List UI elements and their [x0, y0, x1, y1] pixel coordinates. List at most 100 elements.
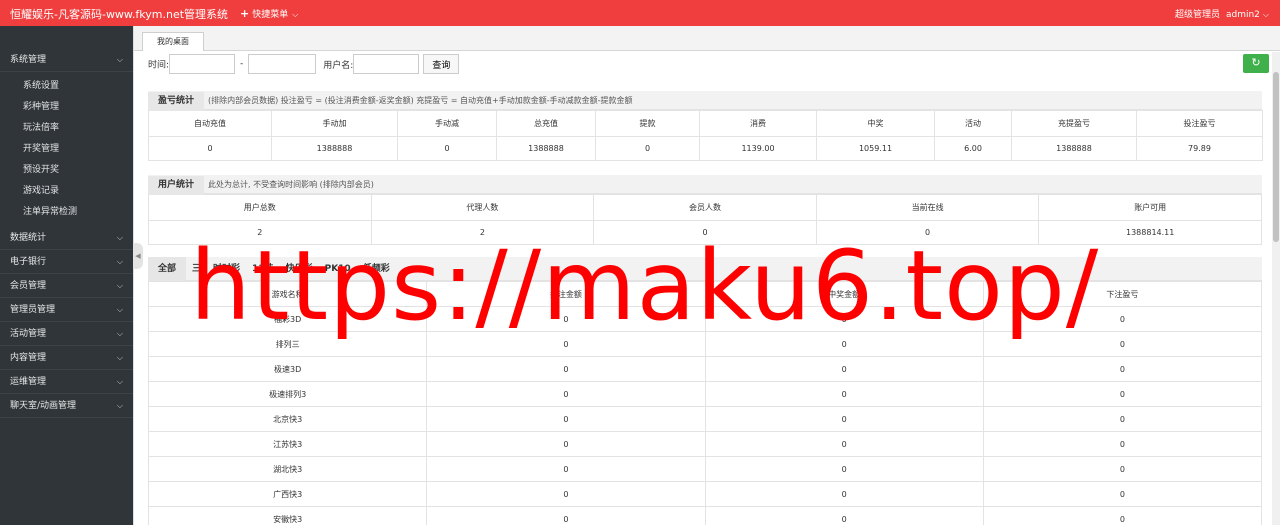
table-row: 北京快3 0 0 0 [147, 406, 1263, 432]
quick-menu-button[interactable]: + 快捷菜单 ⌵ [240, 7, 298, 20]
query-button[interactable]: 查询 [423, 54, 460, 74]
category-tab[interactable]: 快乐彩 [280, 257, 319, 281]
column-header: 消费 [699, 110, 817, 137]
sidebar-group-ebank[interactable]: 电子银行 ⌵ [0, 250, 133, 274]
sidebar-item-lottery-types[interactable]: 彩种管理 [0, 97, 133, 118]
table-cell: 0 [704, 381, 984, 407]
profit-stats-title: 盈亏统计 [148, 92, 205, 111]
chevron-down-icon: ⌵ [292, 10, 299, 19]
table-row: 极速3D 0 0 0 [147, 356, 1263, 382]
table-cell: 排列三 [147, 331, 428, 357]
table-row: 极速排列3 0 0 0 [147, 381, 1263, 407]
user-name: admin2 [1225, 10, 1260, 20]
category-tab[interactable]: 时时彩 [207, 257, 246, 281]
sidebar-group-content[interactable]: 内容管理 ⌵ [0, 346, 133, 370]
chevron-down-icon: ⌵ [1262, 10, 1269, 19]
category-tab[interactable]: PK10 [319, 257, 357, 281]
table-cell: 0 [593, 220, 817, 245]
category-tab[interactable]: 全部 [148, 257, 187, 281]
column-header: 中奖金额 [704, 281, 984, 307]
refresh-icon: ↻ [1251, 57, 1261, 69]
table-cell: 1139.00 [699, 136, 817, 161]
sidebar-group-members[interactable]: 会员管理 ⌵ [0, 274, 133, 298]
chevron-down-icon: ⌵ [116, 329, 123, 338]
table-cell: 79.89 [1136, 136, 1263, 161]
table-cell: 0 [426, 331, 706, 357]
table-cell: 0 [982, 331, 1263, 357]
chevron-down-icon: ⌵ [116, 257, 123, 266]
table-cell: 0 [426, 356, 706, 382]
tab-bar: 我的桌面 [134, 26, 1280, 51]
column-header: 提款 [595, 110, 700, 137]
table-cell: 2 [148, 220, 372, 245]
sidebar-group-activities[interactable]: 活动管理 ⌵ [0, 322, 133, 346]
column-header: 会员人数 [593, 194, 817, 221]
category-tab[interactable]: 11选 [246, 257, 280, 281]
sidebar-item-system-settings[interactable]: 系统设置 [0, 76, 133, 97]
user-stats-table: 用户总数 代理人数 会员人数 当前在线 账户可用 2 2 0 0 1388814.11 [148, 194, 1262, 245]
sidebar-item-play-odds[interactable]: 玩法倍率 [0, 118, 133, 139]
column-header: 活动 [934, 110, 1012, 137]
sidebar-item-preset-draw[interactable]: 预设开奖 [0, 160, 133, 181]
username-input[interactable] [353, 54, 420, 74]
table-cell: 0 [982, 431, 1263, 457]
sidebar-submenu: 系统设置 彩种管理 玩法倍率 开奖管理 预设开奖 游戏记录 注单异常检测 [0, 72, 133, 226]
chevron-down-icon: ⌵ [116, 55, 123, 64]
user-menu[interactable]: 超级管理员 admin2 ⌵ [1175, 7, 1269, 20]
table-row: 0 1388888 0 1388888 0 1139.00 1059.11 6.00 13888… [148, 136, 1263, 161]
end-date-input[interactable] [248, 54, 317, 74]
table-row: 江苏快3 0 0 0 [147, 431, 1263, 457]
vertical-scrollbar[interactable] [1272, 52, 1280, 525]
user-stats-description: 此处为总计, 不受查询时间影响 (排除内部会员) [208, 180, 374, 189]
table-cell: 0 [704, 506, 984, 525]
sidebar-group-statistics[interactable]: 数据统计 ⌵ [0, 226, 133, 250]
table-cell: 0 [704, 431, 984, 457]
scrollbar-thumb[interactable] [1273, 72, 1279, 242]
sidebar-group-label: 数据统计 [10, 233, 47, 243]
category-tab[interactable]: 三 [186, 257, 207, 281]
sidebar-item-draw-management[interactable]: 开奖管理 [0, 139, 133, 160]
table-cell: 0 [982, 381, 1263, 407]
profit-stats-section: 盈亏统计 (排除内部会员数据) 投注盈亏 = (投注消费金额-返奖金额) 充提盈亏… [148, 91, 1263, 161]
sidebar-group-system[interactable]: 系统管理 ⌵ [0, 48, 133, 72]
sidebar-group-admins[interactable]: 管理员管理 ⌵ [0, 298, 133, 322]
start-date-input[interactable] [169, 54, 236, 74]
table-cell: 福彩3D [147, 306, 428, 332]
column-header: 充提盈亏 [1011, 110, 1137, 137]
sidebar-group-label: 管理员管理 [10, 305, 56, 315]
profit-stats-description: (排除内部会员数据) 投注盈亏 = (投注消费金额-返奖金额) 充提盈亏 = 自… [208, 96, 633, 105]
game-stats-section: 全部三时时彩 11选 快乐彩 PK10 低频彩 游戏名称 投注金额 中奖金额 下注盈亏 福彩3… [147, 257, 1263, 525]
sidebar-collapse-handle[interactable]: ◀ [133, 243, 143, 269]
table-row: 广西快3 0 0 0 [147, 481, 1263, 507]
profit-stats-table: 自动充值 手动加 手动减 总充值 提款 消费 中奖 活动 充提盈亏 投注盈亏 0 1388888 0 1… [148, 110, 1263, 161]
refresh-button[interactable]: ↻ [1243, 54, 1269, 73]
plus-icon: + [240, 7, 250, 20]
table-cell: 极速3D [147, 356, 428, 382]
sidebar-group-label: 聊天室/动画管理 [10, 401, 77, 411]
sidebar-group-ops[interactable]: 运维管理 ⌵ [0, 370, 133, 394]
column-header: 游戏名称 [147, 281, 428, 307]
sidebar-item-bet-anomaly[interactable]: 注单异常检测 [0, 202, 133, 223]
user-role: 超级管理员 [1174, 10, 1220, 20]
game-stats-table: 游戏名称 投注金额 中奖金额 下注盈亏 福彩3D 0 0 0 排列三 0 0 0 极速3D 0 0 0 极速排… [147, 281, 1263, 525]
table-cell: 0 [595, 136, 700, 161]
table-cell: 北京快3 [147, 406, 428, 432]
sidebar-group-label: 会员管理 [10, 281, 47, 291]
sidebar-item-game-records[interactable]: 游戏记录 [0, 181, 133, 202]
table-cell: 0 [426, 456, 706, 482]
table-cell: 极速排列3 [147, 381, 428, 407]
main-content: 我的桌面 时间: - 用户名: 查询 ↻ 盈亏统计 (排除内部会员数据) 投注盈亏 = … [133, 26, 1280, 525]
sidebar-group-chatroom[interactable]: 聊天室/动画管理 ⌵ [0, 394, 133, 418]
sidebar-group-label: 活动管理 [10, 329, 47, 339]
app-title: 恒耀娱乐-凡客源码-www.fkym.net管理系统 [10, 8, 229, 21]
table-row: 2 2 0 0 1388814.11 [148, 220, 1262, 245]
table-cell: 安徽快3 [147, 506, 428, 525]
tab-my-desktop[interactable]: 我的桌面 [142, 32, 204, 51]
table-cell: 广西快3 [147, 481, 428, 507]
table-cell: 0 [426, 381, 706, 407]
table-cell: 0 [982, 481, 1263, 507]
category-tab[interactable]: 低频彩 [357, 257, 396, 281]
time-label: 时间: [148, 60, 170, 71]
table-cell: 0 [426, 481, 706, 507]
